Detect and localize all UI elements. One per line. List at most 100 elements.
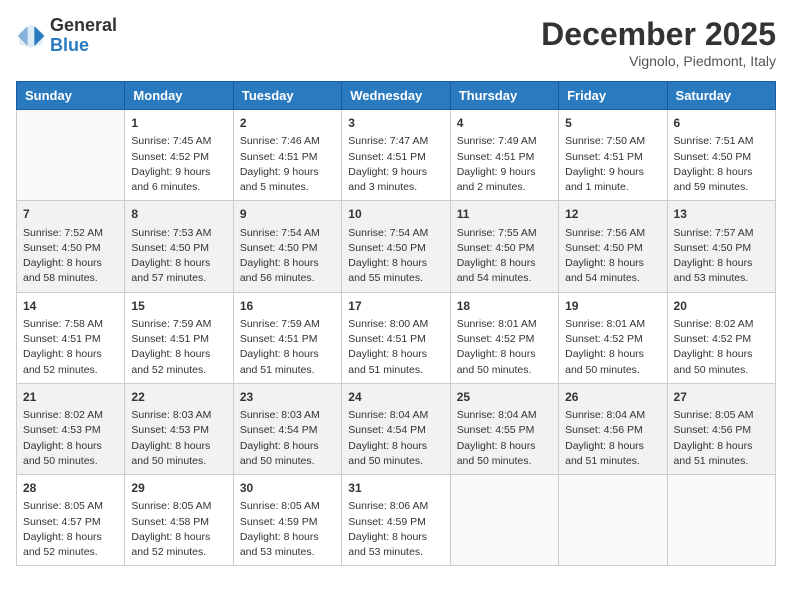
calendar-cell: 15 Sunrise: 7:59 AMSunset: 4:51 PMDayligh… [125, 292, 233, 383]
day-info: Sunrise: 7:52 AMSunset: 4:50 PMDaylight:… [23, 226, 118, 287]
day-number: 12 [565, 206, 660, 223]
day-number: 21 [23, 389, 118, 406]
day-number: 13 [674, 206, 769, 223]
weekday-header-sunday: Sunday [17, 82, 125, 110]
day-info: Sunrise: 8:05 AMSunset: 4:59 PMDaylight:… [240, 499, 335, 560]
day-number: 6 [674, 115, 769, 132]
day-info: Sunrise: 7:59 AMSunset: 4:51 PMDaylight:… [131, 317, 226, 378]
day-number: 26 [565, 389, 660, 406]
day-number: 19 [565, 298, 660, 315]
day-info: Sunrise: 7:56 AMSunset: 4:50 PMDaylight:… [565, 226, 660, 287]
calendar-cell: 26 Sunrise: 8:04 AMSunset: 4:56 PMDayligh… [559, 383, 667, 474]
day-number: 24 [348, 389, 443, 406]
day-number: 17 [348, 298, 443, 315]
day-number: 31 [348, 480, 443, 497]
calendar-cell: 24 Sunrise: 8:04 AMSunset: 4:54 PMDayligh… [342, 383, 450, 474]
weekday-header-friday: Friday [559, 82, 667, 110]
day-info: Sunrise: 7:49 AMSunset: 4:51 PMDaylight:… [457, 134, 552, 195]
calendar-cell: 13Sunrise: 7:57 AMSunset: 4:50 PMDayligh… [667, 201, 775, 292]
day-number: 8 [131, 206, 226, 223]
calendar-cell [450, 475, 558, 566]
calendar-cell: 11Sunrise: 7:55 AMSunset: 4:50 PMDayligh… [450, 201, 558, 292]
day-info: Sunrise: 8:05 AMSunset: 4:57 PMDaylight:… [23, 499, 118, 560]
day-info: Sunrise: 8:04 AMSunset: 4:55 PMDaylight:… [457, 408, 552, 469]
weekday-header-saturday: Saturday [667, 82, 775, 110]
day-info: Sunrise: 7:53 AMSunset: 4:50 PMDaylight:… [131, 226, 226, 287]
calendar-week-row: 21 Sunrise: 8:02 AMSunset: 4:53 PMDayligh… [17, 383, 776, 474]
logo-blue-text: Blue [50, 36, 117, 56]
weekday-header-thursday: Thursday [450, 82, 558, 110]
day-number: 22 [131, 389, 226, 406]
weekday-header-row: SundayMondayTuesdayWednesdayThursdayFrid… [17, 82, 776, 110]
calendar-cell: 20 Sunrise: 8:02 AMSunset: 4:52 PMDayligh… [667, 292, 775, 383]
calendar-cell: 12 Sunrise: 7:56 AMSunset: 4:50 PMDayligh… [559, 201, 667, 292]
calendar-cell: 2Sunrise: 7:46 AMSunset: 4:51 PMDaylight… [233, 110, 341, 201]
day-info: Sunrise: 7:59 AMSunset: 4:51 PMDaylight:… [240, 317, 335, 378]
calendar-cell: 5 Sunrise: 7:50 AMSunset: 4:51 PMDaylight… [559, 110, 667, 201]
calendar-cell: 29 Sunrise: 8:05 AMSunset: 4:58 PMDayligh… [125, 475, 233, 566]
day-number: 14 [23, 298, 118, 315]
calendar-week-row: 28 Sunrise: 8:05 AMSunset: 4:57 PMDayligh… [17, 475, 776, 566]
calendar-cell: 6 Sunrise: 7:51 AMSunset: 4:50 PMDaylight… [667, 110, 775, 201]
day-info: Sunrise: 8:06 AMSunset: 4:59 PMDaylight:… [348, 499, 443, 560]
weekday-header-monday: Monday [125, 82, 233, 110]
day-info: Sunrise: 8:04 AMSunset: 4:54 PMDaylight:… [348, 408, 443, 469]
weekday-header-tuesday: Tuesday [233, 82, 341, 110]
location-text: Vignolo, Piedmont, Italy [541, 53, 776, 69]
calendar-week-row: 1 Sunrise: 7:45 AMSunset: 4:52 PMDaylight… [17, 110, 776, 201]
day-number: 25 [457, 389, 552, 406]
day-number: 4 [457, 115, 552, 132]
logo-general-text: General [50, 16, 117, 36]
day-info: Sunrise: 7:45 AMSunset: 4:52 PMDaylight:… [131, 134, 226, 195]
logo: General Blue [16, 16, 117, 56]
calendar-cell: 17 Sunrise: 8:00 AMSunset: 4:51 PMDayligh… [342, 292, 450, 383]
page-header: General Blue December 2025 Vignolo, Pied… [16, 16, 776, 69]
day-info: Sunrise: 7:54 AMSunset: 4:50 PMDaylight:… [240, 226, 335, 287]
day-info: Sunrise: 8:02 AMSunset: 4:53 PMDaylight:… [23, 408, 118, 469]
calendar-cell: 14Sunrise: 7:58 AMSunset: 4:51 PMDayligh… [17, 292, 125, 383]
day-info: Sunrise: 8:05 AMSunset: 4:58 PMDaylight:… [131, 499, 226, 560]
day-number: 1 [131, 115, 226, 132]
day-info: Sunrise: 7:47 AMSunset: 4:51 PMDaylight:… [348, 134, 443, 195]
calendar-week-row: 7 Sunrise: 7:52 AMSunset: 4:50 PMDaylight… [17, 201, 776, 292]
day-info: Sunrise: 7:54 AMSunset: 4:50 PMDaylight:… [348, 226, 443, 287]
title-block: December 2025 Vignolo, Piedmont, Italy [541, 16, 776, 69]
calendar-cell: 7 Sunrise: 7:52 AMSunset: 4:50 PMDaylight… [17, 201, 125, 292]
day-number: 30 [240, 480, 335, 497]
day-info: Sunrise: 8:01 AMSunset: 4:52 PMDaylight:… [457, 317, 552, 378]
day-number: 23 [240, 389, 335, 406]
logo-text: General Blue [50, 16, 117, 56]
day-info: Sunrise: 8:01 AMSunset: 4:52 PMDaylight:… [565, 317, 660, 378]
day-number: 29 [131, 480, 226, 497]
day-number: 3 [348, 115, 443, 132]
day-number: 20 [674, 298, 769, 315]
day-number: 2 [240, 115, 335, 132]
calendar-cell [667, 475, 775, 566]
day-number: 28 [23, 480, 118, 497]
calendar-cell: 9Sunrise: 7:54 AMSunset: 4:50 PMDaylight… [233, 201, 341, 292]
day-number: 16 [240, 298, 335, 315]
calendar-cell: 27Sunrise: 8:05 AMSunset: 4:56 PMDayligh… [667, 383, 775, 474]
calendar-cell: 28 Sunrise: 8:05 AMSunset: 4:57 PMDayligh… [17, 475, 125, 566]
calendar-cell: 10Sunrise: 7:54 AMSunset: 4:50 PMDayligh… [342, 201, 450, 292]
day-info: Sunrise: 8:03 AMSunset: 4:53 PMDaylight:… [131, 408, 226, 469]
day-info: Sunrise: 7:50 AMSunset: 4:51 PMDaylight:… [565, 134, 660, 195]
calendar-table: SundayMondayTuesdayWednesdayThursdayFrid… [16, 81, 776, 566]
month-title: December 2025 [541, 16, 776, 53]
day-info: Sunrise: 7:55 AMSunset: 4:50 PMDaylight:… [457, 226, 552, 287]
calendar-cell [559, 475, 667, 566]
day-info: Sunrise: 8:00 AMSunset: 4:51 PMDaylight:… [348, 317, 443, 378]
calendar-cell: 16 Sunrise: 7:59 AMSunset: 4:51 PMDayligh… [233, 292, 341, 383]
day-number: 15 [131, 298, 226, 315]
day-number: 18 [457, 298, 552, 315]
day-info: Sunrise: 8:04 AMSunset: 4:56 PMDaylight:… [565, 408, 660, 469]
day-info: Sunrise: 8:05 AMSunset: 4:56 PMDaylight:… [674, 408, 769, 469]
day-number: 5 [565, 115, 660, 132]
day-info: Sunrise: 7:51 AMSunset: 4:50 PMDaylight:… [674, 134, 769, 195]
day-number: 7 [23, 206, 118, 223]
calendar-cell: 21 Sunrise: 8:02 AMSunset: 4:53 PMDayligh… [17, 383, 125, 474]
day-info: Sunrise: 8:02 AMSunset: 4:52 PMDaylight:… [674, 317, 769, 378]
calendar-cell: 22 Sunrise: 8:03 AMSunset: 4:53 PMDayligh… [125, 383, 233, 474]
calendar-cell: 3 Sunrise: 7:47 AMSunset: 4:51 PMDaylight… [342, 110, 450, 201]
day-info: Sunrise: 8:03 AMSunset: 4:54 PMDaylight:… [240, 408, 335, 469]
